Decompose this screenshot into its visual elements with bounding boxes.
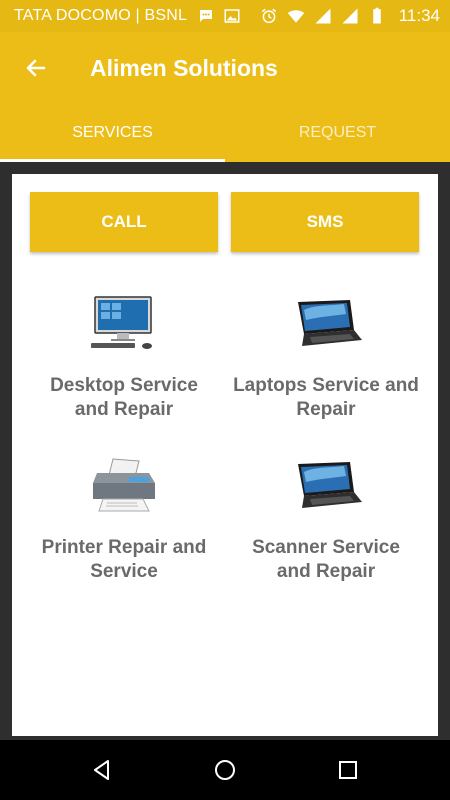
tab-services[interactable]: SERVICES [0, 104, 225, 162]
tab-bar: SERVICES REQUEST [0, 104, 450, 162]
status-bar: TATA DOCOMO | BSNL 11:34 [0, 0, 450, 32]
wifi-icon [287, 7, 305, 25]
carrier-label: TATA DOCOMO | BSNL [14, 7, 188, 24]
alarm-icon [260, 7, 278, 25]
service-label: Printer Repair and Service [41, 537, 207, 582]
nav-home-button[interactable] [200, 745, 250, 795]
clock-time: 11:34 [398, 6, 440, 25]
signal-icon [341, 7, 359, 25]
call-button[interactable]: CALL [30, 192, 218, 252]
home-circle-icon [213, 758, 237, 782]
back-button[interactable] [0, 32, 72, 104]
sms-button[interactable]: SMS [231, 192, 419, 252]
recents-square-icon [336, 758, 360, 782]
battery-icon [368, 7, 386, 25]
service-printer[interactable]: Printer Repair and Service [23, 454, 225, 584]
service-label: Desktop Service and Repair [50, 375, 198, 420]
signal-icon [314, 7, 332, 25]
service-laptop[interactable]: Laptops Service and Repair [225, 292, 427, 422]
service-label: Laptops Service and Repair [233, 375, 419, 420]
service-scanner[interactable]: Scanner Service and Repair [225, 454, 427, 584]
system-nav-bar [0, 740, 450, 800]
desktop-computer-icon [23, 292, 225, 354]
laptop-icon [225, 292, 427, 354]
service-label: Scanner Service and Repair [252, 537, 400, 582]
back-triangle-icon [90, 758, 114, 782]
app-title: Alimen Solutions [90, 54, 278, 81]
printer-icon [23, 454, 225, 516]
chat-notification-icon [197, 7, 215, 25]
image-icon [223, 7, 241, 25]
arrow-left-icon [24, 56, 48, 80]
nav-recents-button[interactable] [323, 745, 373, 795]
laptop-icon [225, 454, 427, 516]
services-card: CALL SMS Desktop Service and Repair Lapt… [12, 174, 438, 736]
app-bar: Alimen Solutions [0, 32, 450, 104]
service-desktop[interactable]: Desktop Service and Repair [23, 292, 225, 422]
nav-back-button[interactable] [77, 745, 127, 795]
tab-request[interactable]: REQUEST [225, 104, 450, 162]
